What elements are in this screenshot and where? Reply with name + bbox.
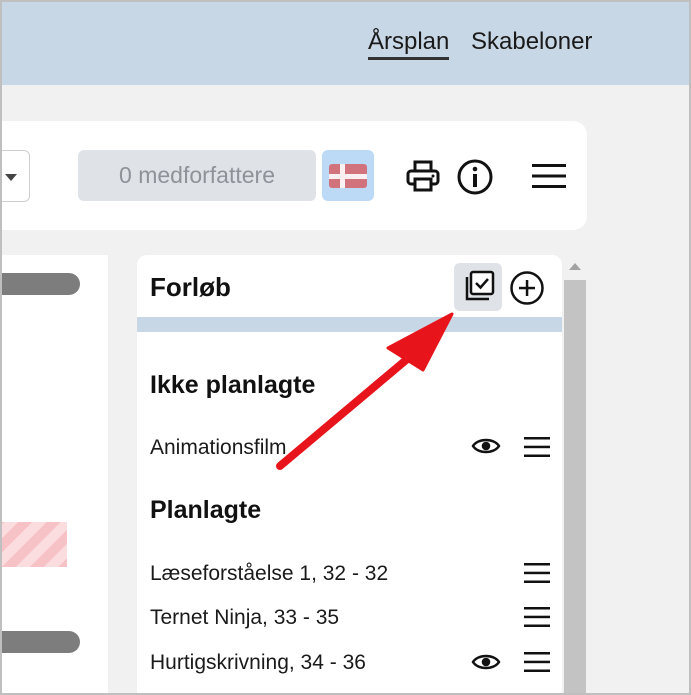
course-item-label[interactable]: Hurtigskrivning, 34 - 36	[150, 651, 366, 675]
top-navigation-bar: Årsplan Skabeloner	[0, 0, 691, 85]
select-multiple-button[interactable]	[454, 263, 502, 311]
plan-select-dropdown[interactable]	[0, 150, 30, 202]
language-button[interactable]	[322, 150, 374, 201]
item-menu-icon[interactable]	[524, 651, 550, 673]
scroll-up-icon[interactable]	[569, 263, 581, 270]
event-bar[interactable]	[0, 273, 80, 295]
course-item-label[interactable]: Ternet Ninja, 33 - 35	[150, 606, 339, 630]
section-heading-planned: Planlagte	[150, 496, 262, 524]
denmark-flag-icon	[329, 164, 367, 188]
course-item-label[interactable]: Læseforståelse 1, 32 - 32	[150, 562, 388, 586]
info-icon[interactable]	[456, 158, 494, 196]
coauthors-button[interactable]: 0 medforfattere	[78, 150, 316, 201]
select-multiple-icon	[465, 270, 495, 301]
eye-icon[interactable]	[471, 651, 501, 673]
eye-icon[interactable]	[471, 435, 501, 457]
scrollbar-thumb[interactable]	[564, 280, 586, 695]
menu-icon[interactable]	[532, 163, 566, 189]
course-item-label[interactable]: Animationsfilm	[150, 436, 287, 460]
nav-link-aarsplan[interactable]: Årsplan	[368, 28, 450, 60]
item-menu-icon[interactable]	[524, 562, 550, 584]
panel-divider-bar	[137, 317, 562, 332]
item-menu-icon[interactable]	[524, 606, 550, 628]
left-panel	[0, 255, 108, 695]
panel-title: Forløb	[150, 272, 231, 302]
nav-link-skabeloner[interactable]: Skabeloner	[471, 28, 592, 56]
print-icon[interactable]	[406, 160, 440, 192]
item-menu-icon[interactable]	[524, 436, 550, 458]
add-circle-icon[interactable]	[509, 270, 545, 306]
section-heading-unplanned: Ikke planlagte	[150, 371, 316, 399]
event-bar[interactable]	[0, 631, 80, 653]
caret-down-icon	[5, 174, 17, 181]
highlighted-week-block[interactable]	[0, 522, 67, 567]
